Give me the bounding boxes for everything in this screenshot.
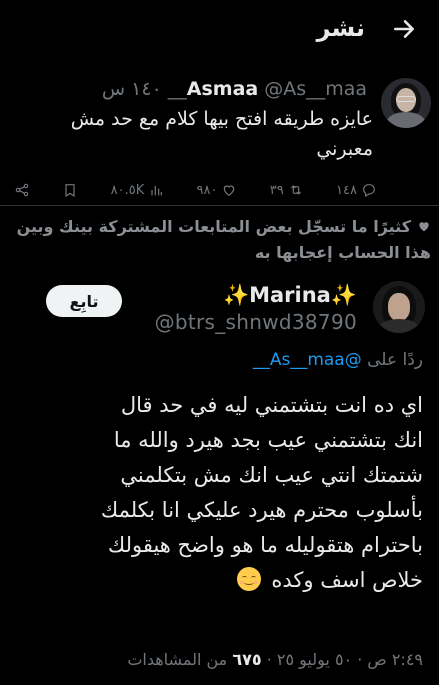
bar-chart-icon: [151, 186, 163, 196]
retweet-count: ٣٩: [269, 182, 284, 198]
replying-to: ردًا على @As__maa__: [253, 350, 423, 370]
top-bar: نشر: [0, 0, 439, 62]
tweet-line: خلاص اسف وكده: [271, 568, 423, 592]
bookmark-icon: [65, 184, 75, 198]
tweet-line-last: خلاص اسف وكده: [13, 563, 423, 598]
author-name[interactable]: ✨Marina✨: [223, 283, 357, 308]
views-button[interactable]: ٨٠.٥K: [111, 182, 165, 198]
action-bar: ١٤٨ ٣٩ ٩٨٠ ٨٠.٥K: [14, 177, 377, 203]
reply-button[interactable]: ١٤٨: [336, 182, 377, 198]
like-count: ٩٨٠: [196, 182, 218, 198]
tweet-line: شتمتك انتي عيب انك مش بتكلمني: [120, 463, 423, 487]
tweet-text: عايزه طريقه افتح بيها كلام مع حد مش معبر…: [70, 108, 373, 160]
author-handle[interactable]: @btrs_shnwd38790: [155, 310, 357, 334]
reply-icon: [363, 184, 375, 198]
replying-to-mention[interactable]: @As__maa__: [253, 350, 362, 370]
sparkle-icon: ✨: [222, 283, 250, 307]
retweet-button[interactable]: ٣٩: [270, 182, 304, 198]
heart-icon: [224, 185, 235, 197]
tweet-line: بأسلوب محترم هيرد عليكي انا بكلمك: [100, 498, 423, 522]
share-button[interactable]: [14, 182, 30, 198]
tweet-line: انك بتشتمني عيب بجد هيرد والله ما: [113, 428, 423, 452]
tweet-meta: ٢:٤٩ ص · ٥٠ يوليو ٢٥ · ٦٧٥ من المشاهدات: [127, 650, 423, 669]
tweet-header: Asmaa @As__maa__ ١٤٠ س: [14, 78, 373, 102]
tweet-line: باحترام هتقوليله ما هو واضح هيقولك: [107, 533, 423, 557]
tweet-time[interactable]: ٢:٤٩ ص: [367, 650, 423, 669]
parent-tweet[interactable]: Asmaa @As__maa__ ١٤٠ س عايزه طريقه افتح …: [0, 64, 439, 204]
social-context: كثيرًا ما تسجّل بعض المتابعات المشتركة ب…: [6, 214, 431, 266]
avatar[interactable]: [373, 281, 425, 333]
reply-count: ١٤٨: [336, 182, 357, 198]
social-context-text: كثيرًا ما تسجّل بعض المتابعات المشتركة ب…: [16, 217, 431, 262]
bookmark-button[interactable]: [62, 182, 78, 198]
tweet-text: اي ده انت بتشتمني ليه في حد قال انك بتشت…: [13, 388, 423, 598]
page-title: نشر: [316, 14, 365, 42]
views-label: من المشاهدات: [127, 650, 228, 669]
tweet-date[interactable]: ٥٠ يوليو ٢٥: [277, 650, 352, 669]
author-name-text: Marina: [249, 283, 331, 307]
views-count: ٦٧٥: [232, 650, 262, 669]
relieved-face-icon: [236, 567, 261, 591]
share-icon: [15, 183, 29, 197]
views-count: ٨٠.٥K: [110, 182, 145, 198]
like-button[interactable]: ٩٨٠: [197, 182, 238, 198]
arrow-right-icon[interactable]: [391, 16, 417, 42]
sparkle-icon: ✨: [330, 283, 357, 307]
retweet-icon: [290, 185, 301, 195]
tweet-time[interactable]: ١٤٠ س: [102, 78, 162, 100]
tweet-line: اي ده انت بتشتمني ليه في حد قال: [120, 393, 423, 417]
divider: [0, 205, 439, 206]
avatar[interactable]: [381, 78, 431, 128]
replying-to-label: ردًا على: [367, 350, 423, 370]
follow-button[interactable]: تابِع: [46, 285, 122, 317]
heart-icon: [419, 222, 429, 232]
author-name[interactable]: Asmaa: [187, 78, 258, 100]
